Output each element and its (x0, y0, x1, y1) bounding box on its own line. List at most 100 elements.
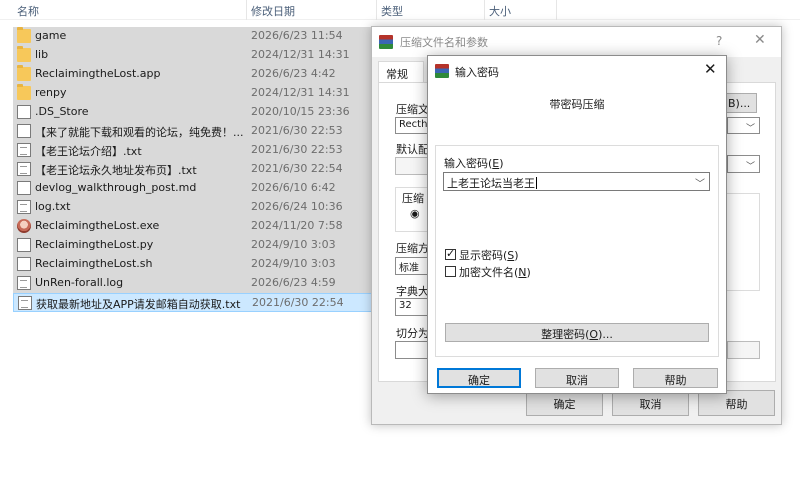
file-row[interactable]: ReclaimingtheLost.app 2026/6/23 4:42 (13, 65, 373, 84)
password-input[interactable]: 上老王论坛当老王 ﹀ (443, 172, 710, 191)
organize-passwords-button[interactable]: 整理密码(O)... (445, 323, 709, 342)
file-icon (17, 257, 31, 271)
show-password-checkbox[interactable] (445, 247, 456, 260)
file-modified-date: 2026/6/23 4:42 (251, 67, 336, 80)
file-name: ReclaimingtheLost.app (35, 67, 161, 80)
file-modified-date: 2024/12/31 14:31 (251, 48, 350, 61)
file-name: lib (35, 48, 49, 61)
file-row[interactable]: 【来了就能下载和观看的论坛，纯免费！... 2021/6/30 22:53 (13, 122, 373, 141)
help-button[interactable]: 帮助 (633, 368, 718, 388)
file-row[interactable]: lib 2024/12/31 14:31 (13, 46, 373, 65)
compress-group-label: 压缩 (402, 192, 424, 205)
file-icon (17, 181, 31, 195)
file-name: UnRen-forall.log (35, 276, 124, 289)
ok-button[interactable]: 确定 (437, 368, 521, 388)
encrypt-filenames-checkbox[interactable] (445, 266, 456, 277)
file-row[interactable]: ReclaimingtheLost.sh 2024/9/10 3:03 (13, 255, 373, 274)
file-name: ReclaimingtheLost.sh (35, 257, 153, 270)
file-name: 【来了就能下载和观看的论坛，纯免费！... (35, 126, 244, 139)
update-mode-dropdown[interactable]: ﹀ (727, 155, 760, 173)
encrypt-filenames-label[interactable]: 加密文件名(N) (459, 264, 531, 280)
file-row[interactable]: renpy 2024/12/31 14:31 (13, 84, 373, 103)
method-label: 压缩方 (396, 242, 429, 255)
file-modified-date: 2020/10/15 23:36 (251, 105, 350, 118)
column-modified[interactable]: 修改日期 (251, 3, 295, 19)
column-divider[interactable] (246, 0, 247, 20)
close-icon[interactable]: ✕ (704, 60, 717, 78)
file-row[interactable]: log.txt 2026/6/24 10:36 (13, 198, 373, 217)
file-row[interactable]: 【老王论坛介绍】.txt 2021/6/30 22:53 (13, 141, 373, 160)
password-dialog-titlebar[interactable]: 输入密码 ✕ (428, 56, 726, 85)
file-list: game 2026/6/23 11:54 lib 2024/12/31 14:31 Re… (13, 27, 373, 312)
folder-icon (17, 46, 31, 62)
text-file-icon (17, 162, 31, 176)
show-password-label[interactable]: 显示密码(S) (459, 247, 519, 263)
file-modified-date: 2026/6/23 11:54 (251, 29, 343, 42)
split-label: 切分为 (396, 327, 429, 340)
column-name[interactable]: 名称 (17, 3, 39, 19)
file-row[interactable]: .DS_Store 2020/10/15 23:36 (13, 103, 373, 122)
chevron-down-icon: ﹀ (745, 124, 755, 134)
text-file-icon (17, 143, 31, 157)
file-modified-date: 2026/6/24 10:36 (251, 200, 343, 213)
column-divider[interactable] (376, 0, 377, 20)
file-row[interactable]: UnRen-forall.log 2026/6/23 4:59 (13, 274, 373, 293)
winrar-icon (379, 35, 393, 49)
file-name: 获取最新地址及APP请发邮箱自动获取.txt (36, 298, 241, 311)
file-modified-date: 2021/6/30 22:54 (251, 162, 343, 175)
file-row[interactable]: 【老王论坛永久地址发布页】.txt 2021/6/30 22:54 (13, 160, 373, 179)
file-icon (17, 238, 31, 252)
column-divider[interactable] (484, 0, 485, 20)
close-icon[interactable]: ✕ (754, 32, 766, 48)
text-caret (536, 177, 537, 189)
archive-name-dropdown[interactable]: ﹀ (727, 117, 760, 134)
file-modified-date: 2024/12/31 14:31 (251, 86, 350, 99)
password-value: 上老王论坛当老王 (447, 177, 535, 190)
chevron-down-icon: ﹀ (745, 162, 755, 172)
column-divider[interactable] (556, 0, 557, 20)
dict-size-label: 字典大 (396, 285, 429, 298)
file-row[interactable]: devlog_walkthrough_post.md 2026/6/10 6:42 (13, 179, 373, 198)
archive-dialog-titlebar[interactable]: 压缩文件名和参数 ? ✕ (372, 27, 781, 57)
file-icon (17, 105, 31, 119)
archive-name-label: 压缩文 (396, 103, 429, 116)
password-heading: 带密码压缩 (549, 98, 605, 111)
file-row[interactable]: game 2026/6/23 11:54 (13, 27, 373, 46)
file-modified-date: 2026/6/23 4:59 (251, 276, 336, 289)
file-name: 【老王论坛介绍】.txt (35, 145, 142, 158)
set-password-slot[interactable] (727, 341, 760, 359)
folder-icon (17, 65, 31, 81)
file-modified-date: 2024/9/10 3:03 (251, 238, 336, 251)
column-header-bar: 名称 修改日期 类型 大小 (0, 0, 800, 20)
folder-icon (17, 27, 31, 43)
text-file-icon (17, 200, 31, 214)
radio-option[interactable]: ◉ (410, 207, 420, 220)
text-file-icon (18, 296, 32, 310)
winrar-icon (435, 64, 449, 78)
file-name: .DS_Store (35, 105, 89, 118)
archive-dialog-title: 压缩文件名和参数 (400, 36, 488, 49)
file-modified-date: 2026/6/10 6:42 (251, 181, 336, 194)
cancel-button[interactable]: 取消 (535, 368, 619, 388)
file-name: log.txt (35, 200, 71, 213)
file-name: devlog_walkthrough_post.md (35, 181, 197, 194)
chevron-down-icon[interactable]: ﹀ (695, 175, 705, 190)
file-icon (17, 124, 31, 138)
password-label: 输入密码(E) (444, 157, 504, 170)
file-row[interactable]: ReclaimingtheLost.py 2024/9/10 3:03 (13, 236, 373, 255)
file-modified-date: 2024/9/10 3:03 (251, 257, 336, 270)
tab-general[interactable]: 常规 (378, 61, 424, 83)
help-icon[interactable]: ? (716, 34, 722, 48)
text-file-icon (17, 276, 31, 290)
app-icon (17, 219, 31, 233)
column-type[interactable]: 类型 (381, 3, 403, 19)
file-modified-date: 2024/11/20 7:58 (251, 219, 343, 232)
file-name: ReclaimingtheLost.py (35, 238, 154, 251)
file-row[interactable]: ReclaimingtheLost.exe 2024/11/20 7:58 (13, 217, 373, 236)
column-size[interactable]: 大小 (489, 3, 511, 19)
file-modified-date: 2021/6/30 22:53 (251, 124, 343, 137)
file-modified-date: 2021/6/30 22:54 (252, 296, 344, 309)
file-row[interactable]: 获取最新地址及APP请发邮箱自动获取.txt 2021/6/30 22:54 (13, 293, 373, 312)
password-dialog: 输入密码 ✕ 带密码压缩 输入密码(E) 上老王论坛当老王 ﹀ 显示密码(S) … (427, 55, 727, 394)
file-name: 【老王论坛永久地址发布页】.txt (35, 164, 197, 177)
